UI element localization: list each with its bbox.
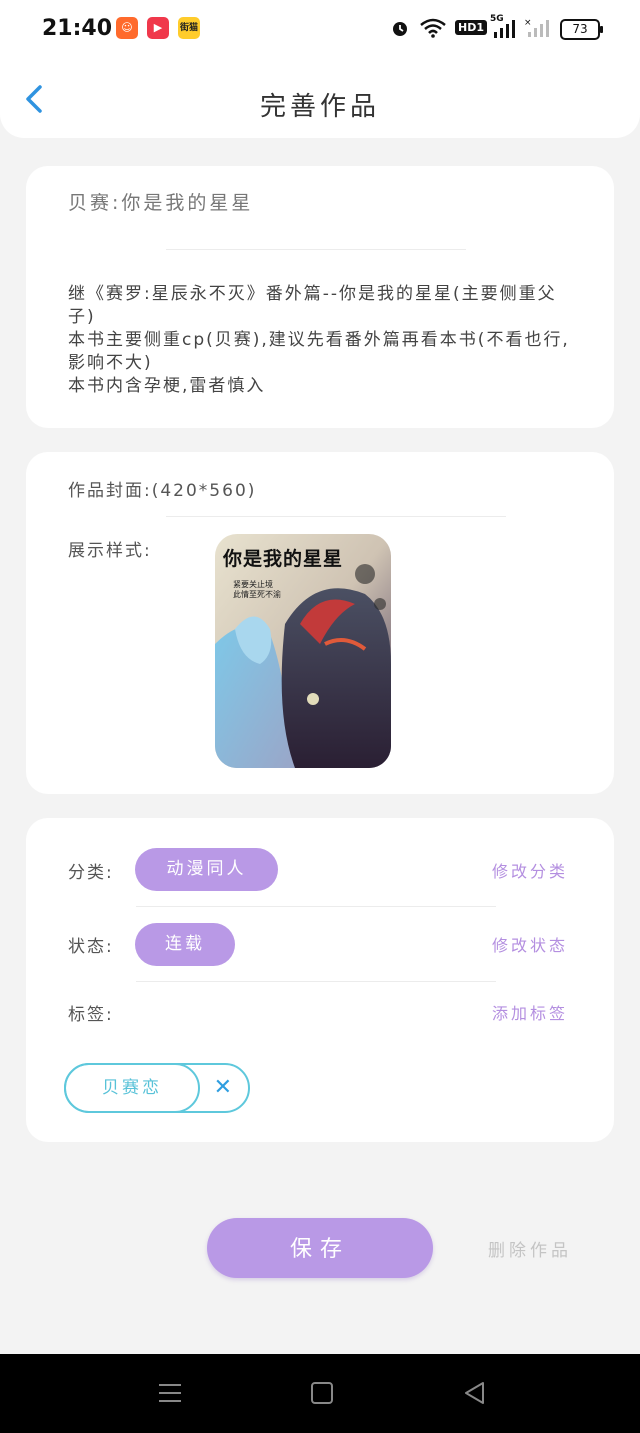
book-info-card: 贝赛:你是我的星星 继《赛罗:星辰永不灭》番外篇--你是我的星星(主要侧重父子)…	[26, 166, 614, 428]
divider	[166, 516, 506, 517]
cover-image[interactable]: 你是我的星星 紧要关止境 此情至死不渝	[215, 534, 391, 768]
cover-subtitle-line: 此情至死不渝	[233, 590, 281, 599]
jiemao-app-icon: 街猫	[178, 17, 200, 39]
battery-indicator: 73	[560, 19, 603, 40]
kuaishou-icon: ☺	[116, 17, 138, 39]
close-icon[interactable]: ✕	[214, 1077, 232, 1099]
status-bar: 21:40 ☺ ▶ 街猫 HD1 5G × 73	[0, 0, 640, 56]
cover-subtitle-line: 紧要关止境	[233, 580, 273, 589]
divider	[136, 906, 496, 907]
meta-card: 分类: 动漫同人 修改分类 状态: 连载 修改状态 标签: 添加标签 贝赛恋 ✕	[26, 818, 614, 1142]
system-nav-bar	[0, 1354, 640, 1433]
edit-category-link[interactable]: 修改分类	[492, 858, 568, 882]
signal-icon: ×	[524, 17, 550, 43]
delete-work-link[interactable]: 删除作品	[488, 1236, 572, 1261]
cover-size-label: 作品封面:(420*560)	[68, 481, 257, 501]
tags-label: 标签:	[68, 1005, 114, 1025]
menu-icon[interactable]	[157, 1380, 183, 1406]
edit-status-link[interactable]: 修改状态	[492, 932, 568, 956]
category-chip: 动漫同人	[135, 848, 278, 891]
signal-5g-label: 5G	[490, 14, 504, 24]
status-chip: 连载	[135, 923, 235, 966]
signal-5g-icon: 5G	[490, 14, 518, 44]
back-triangle-icon[interactable]	[462, 1380, 488, 1406]
tag-chip: 贝赛恋 ✕	[64, 1063, 250, 1113]
alarm-icon	[390, 18, 410, 42]
status-time: 21:40	[42, 16, 113, 41]
save-button[interactable]: 保存	[207, 1218, 433, 1278]
book-description-field[interactable]: 继《赛罗:星辰永不灭》番外篇--你是我的星星(主要侧重父子) 本书主要侧重cp(…	[68, 283, 578, 398]
cover-card: 作品封面:(420*560) 展示样式: 你是我的星星 紧要关止境 此情至死不渝	[26, 452, 614, 794]
add-tag-link[interactable]: 添加标签	[492, 1000, 568, 1024]
status-label: 状态:	[68, 937, 114, 957]
page-title: 完善作品	[259, 92, 380, 122]
divider	[136, 981, 496, 982]
top-bar: 完善作品	[0, 56, 640, 138]
divider	[166, 249, 466, 250]
cover-title: 你是我的星星	[223, 548, 344, 570]
wifi-icon	[419, 18, 447, 42]
tag-label: 贝赛恋	[64, 1063, 200, 1113]
cover-subtitle: 紧要关止境 此情至死不渝	[233, 580, 281, 600]
home-square-icon[interactable]	[309, 1380, 335, 1406]
video-app-icon: ▶	[147, 17, 169, 39]
hd-badge: HD1	[455, 20, 487, 35]
display-style-label: 展示样式:	[68, 541, 152, 561]
book-title-field[interactable]: 贝赛:你是我的星星	[68, 188, 253, 215]
category-label: 分类:	[68, 863, 114, 883]
svg-text:×: ×	[524, 18, 532, 28]
